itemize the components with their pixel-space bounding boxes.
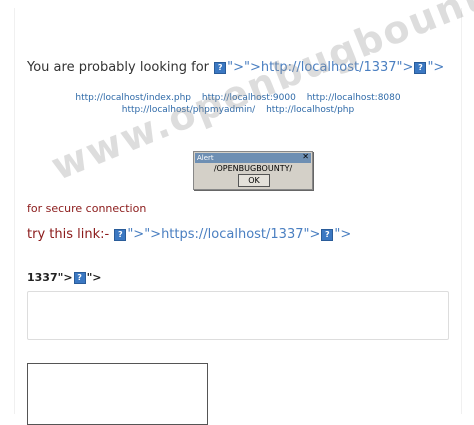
try-link-prefix: try this link:- (27, 227, 110, 242)
link-localhost-9000[interactable]: http://localhost:9000 (202, 93, 296, 103)
broken-image-icon: ? (321, 228, 334, 241)
broken-image-icon: ? (114, 228, 127, 241)
label-1337-suffix: "> (86, 271, 102, 284)
headline-payload: ">">http://localhost/1337"> (227, 60, 414, 75)
close-icon[interactable]: ✕ (302, 152, 309, 161)
headline: You are probably looking for ? ">">http:/… (27, 60, 444, 75)
alert-dialog: Alert ✕ /OPENBUGBOUNTY/ OK (193, 151, 313, 190)
try-link-payload[interactable]: ">">https://localhost/1337"> (127, 227, 320, 242)
try-link-payload-end[interactable]: "> (334, 227, 351, 242)
link-phpmyadmin[interactable]: http://localhost/phpmyadmin/ (122, 105, 255, 115)
embedded-frame (27, 363, 208, 425)
broken-image-icon: ? (414, 61, 427, 74)
label-1337: 1337">? "> (27, 271, 102, 284)
broken-image-icon: ? (73, 272, 86, 284)
alert-ok-button[interactable]: OK (238, 174, 270, 187)
link-localhost-php[interactable]: http://localhost/php (266, 105, 354, 115)
localhost-links-row-1: http://localhost/index.php http://localh… (15, 93, 461, 103)
secure-connection-text: for secure connection (27, 202, 147, 215)
label-1337-prefix: 1337"> (27, 271, 73, 284)
broken-image-icon: ? (214, 61, 227, 74)
page-container: You are probably looking for ? ">">http:/… (14, 0, 474, 425)
text-input-box[interactable] (27, 291, 449, 340)
alert-message: /OPENBUGBOUNTY/ (213, 164, 293, 173)
alert-title: Alert (195, 153, 311, 163)
link-index-php[interactable]: http://localhost/index.php (75, 93, 191, 103)
localhost-links-row-2: http://localhost/phpmyadmin/ http://loca… (15, 105, 461, 115)
headline-prefix: You are probably looking for (27, 60, 210, 75)
link-localhost-8080[interactable]: http://localhost:8080 (307, 93, 401, 103)
headline-payload-end: "> (427, 60, 445, 75)
try-link: try this link:- ? ">">https://localhost/1… (27, 227, 351, 242)
